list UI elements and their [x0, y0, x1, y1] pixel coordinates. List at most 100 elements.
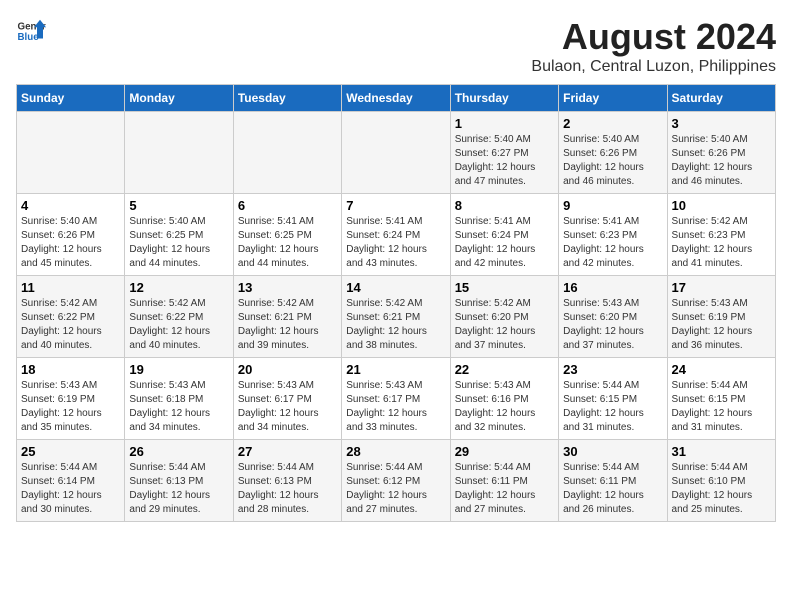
day-number: 29 [455, 444, 554, 459]
calendar-week-row: 4 Sunrise: 5:40 AM Sunset: 6:26 PM Daylig… [17, 194, 776, 276]
calendar-week-row: 11 Sunrise: 5:42 AM Sunset: 6:22 PM Dayli… [17, 276, 776, 358]
day-info: Sunrise: 5:43 AM Sunset: 6:18 PM Dayligh… [129, 379, 228, 435]
calendar-cell: 11Sunrise: 5:42 AM Sunset: 6:22 PM Dayli… [17, 276, 125, 358]
calendar-cell: 28 Sunrise: 5:44 AM Sunset: 6:12 PM Dayli… [342, 440, 450, 522]
title-area: August 2024 Bulaon, Central Luzon, Phili… [531, 16, 776, 76]
day-number: 24 [672, 362, 771, 377]
day-number: 3 [672, 116, 771, 131]
day-info: Sunrise: 5:44 AM Sunset: 6:11 PM Dayligh… [455, 461, 554, 517]
day-info: Sunrise: 5:40 AM Sunset: 6:26 PM Dayligh… [672, 133, 771, 189]
day-number: 13 [238, 280, 337, 295]
calendar-cell: 7 Sunrise: 5:41 AM Sunset: 6:24 PM Daylig… [342, 194, 450, 276]
day-number: 25 [21, 444, 120, 459]
day-info: Sunrise: 5:41 AM Sunset: 6:25 PM Dayligh… [238, 215, 337, 271]
calendar-cell: 13 Sunrise: 5:42 AM Sunset: 6:21 PM Dayli… [233, 276, 341, 358]
day-info: Sunrise: 5:40 AM Sunset: 6:26 PM Dayligh… [21, 215, 120, 271]
calendar-cell: 5Sunrise: 5:40 AM Sunset: 6:25 PM Daylig… [125, 194, 233, 276]
weekday-header-tuesday: Tuesday [233, 85, 341, 112]
calendar-cell: 9Sunrise: 5:41 AM Sunset: 6:23 PM Daylig… [559, 194, 667, 276]
weekday-header-saturday: Saturday [667, 85, 775, 112]
day-info: Sunrise: 5:42 AM Sunset: 6:21 PM Dayligh… [238, 297, 337, 353]
day-info: Sunrise: 5:43 AM Sunset: 6:17 PM Dayligh… [346, 379, 445, 435]
main-title: August 2024 [531, 16, 776, 58]
day-info: Sunrise: 5:41 AM Sunset: 6:24 PM Dayligh… [455, 215, 554, 271]
day-number: 2 [563, 116, 662, 131]
calendar-cell: 10 Sunrise: 5:42 AM Sunset: 6:23 PM Dayli… [667, 194, 775, 276]
calendar-week-row: 25 Sunrise: 5:44 AM Sunset: 6:14 PM Dayli… [17, 440, 776, 522]
day-number: 10 [672, 198, 771, 213]
day-number: 11 [21, 280, 120, 295]
day-info: Sunrise: 5:40 AM Sunset: 6:27 PM Dayligh… [455, 133, 554, 189]
day-info: Sunrise: 5:44 AM Sunset: 6:12 PM Dayligh… [346, 461, 445, 517]
calendar-table: SundayMondayTuesdayWednesdayThursdayFrid… [16, 84, 776, 522]
calendar-cell: 15Sunrise: 5:42 AM Sunset: 6:20 PM Dayli… [450, 276, 558, 358]
calendar-cell: 26Sunrise: 5:44 AM Sunset: 6:13 PM Dayli… [125, 440, 233, 522]
day-info: Sunrise: 5:44 AM Sunset: 6:15 PM Dayligh… [563, 379, 662, 435]
day-info: Sunrise: 5:43 AM Sunset: 6:17 PM Dayligh… [238, 379, 337, 435]
calendar-cell: 3 Sunrise: 5:40 AM Sunset: 6:26 PM Daylig… [667, 112, 775, 194]
subtitle: Bulaon, Central Luzon, Philippines [531, 58, 776, 76]
day-info: Sunrise: 5:41 AM Sunset: 6:24 PM Dayligh… [346, 215, 445, 271]
day-number: 15 [455, 280, 554, 295]
calendar-cell [17, 112, 125, 194]
day-number: 30 [563, 444, 662, 459]
day-number: 22 [455, 362, 554, 377]
day-number: 4 [21, 198, 120, 213]
calendar-cell [125, 112, 233, 194]
calendar-cell [233, 112, 341, 194]
day-number: 8 [455, 198, 554, 213]
day-number: 19 [129, 362, 228, 377]
day-number: 12 [129, 280, 228, 295]
logo: General Blue [16, 16, 46, 46]
calendar-cell: 22 Sunrise: 5:43 AM Sunset: 6:16 PM Dayli… [450, 358, 558, 440]
weekday-header-sunday: Sunday [17, 85, 125, 112]
calendar-cell: 16Sunrise: 5:43 AM Sunset: 6:20 PM Dayli… [559, 276, 667, 358]
day-number: 6 [238, 198, 337, 213]
weekday-header-monday: Monday [125, 85, 233, 112]
day-info: Sunrise: 5:43 AM Sunset: 6:20 PM Dayligh… [563, 297, 662, 353]
day-info: Sunrise: 5:44 AM Sunset: 6:13 PM Dayligh… [238, 461, 337, 517]
weekday-header-row: SundayMondayTuesdayWednesdayThursdayFrid… [17, 85, 776, 112]
calendar-cell: 12 Sunrise: 5:42 AM Sunset: 6:22 PM Dayli… [125, 276, 233, 358]
calendar-cell: 31Sunrise: 5:44 AM Sunset: 6:10 PM Dayli… [667, 440, 775, 522]
day-number: 9 [563, 198, 662, 213]
calendar-week-row: 18 Sunrise: 5:43 AM Sunset: 6:19 PM Dayli… [17, 358, 776, 440]
day-number: 18 [21, 362, 120, 377]
day-info: Sunrise: 5:40 AM Sunset: 6:25 PM Dayligh… [129, 215, 228, 271]
day-info: Sunrise: 5:44 AM Sunset: 6:13 PM Dayligh… [129, 461, 228, 517]
weekday-header-friday: Friday [559, 85, 667, 112]
calendar-week-row: 1Sunrise: 5:40 AM Sunset: 6:27 PM Daylig… [17, 112, 776, 194]
day-info: Sunrise: 5:42 AM Sunset: 6:21 PM Dayligh… [346, 297, 445, 353]
day-info: Sunrise: 5:43 AM Sunset: 6:19 PM Dayligh… [672, 297, 771, 353]
day-number: 31 [672, 444, 771, 459]
calendar-cell: 30 Sunrise: 5:44 AM Sunset: 6:11 PM Dayli… [559, 440, 667, 522]
calendar-cell: 14Sunrise: 5:42 AM Sunset: 6:21 PM Dayli… [342, 276, 450, 358]
day-info: Sunrise: 5:44 AM Sunset: 6:14 PM Dayligh… [21, 461, 120, 517]
calendar-cell: 1Sunrise: 5:40 AM Sunset: 6:27 PM Daylig… [450, 112, 558, 194]
day-info: Sunrise: 5:42 AM Sunset: 6:22 PM Dayligh… [129, 297, 228, 353]
day-info: Sunrise: 5:44 AM Sunset: 6:11 PM Dayligh… [563, 461, 662, 517]
day-number: 7 [346, 198, 445, 213]
day-number: 17 [672, 280, 771, 295]
calendar-cell: 25 Sunrise: 5:44 AM Sunset: 6:14 PM Dayli… [17, 440, 125, 522]
weekday-header-thursday: Thursday [450, 85, 558, 112]
logo-icon: General Blue [16, 16, 46, 46]
calendar-cell: 17 Sunrise: 5:43 AM Sunset: 6:19 PM Dayli… [667, 276, 775, 358]
calendar-cell: 4 Sunrise: 5:40 AM Sunset: 6:26 PM Daylig… [17, 194, 125, 276]
day-info: Sunrise: 5:43 AM Sunset: 6:19 PM Dayligh… [21, 379, 120, 435]
day-number: 28 [346, 444, 445, 459]
calendar-cell: 2 Sunrise: 5:40 AM Sunset: 6:26 PM Daylig… [559, 112, 667, 194]
calendar-cell: 6 Sunrise: 5:41 AM Sunset: 6:25 PM Daylig… [233, 194, 341, 276]
day-info: Sunrise: 5:44 AM Sunset: 6:15 PM Dayligh… [672, 379, 771, 435]
header: General Blue August 2024 Bulaon, Central… [16, 16, 776, 76]
calendar-cell: 8 Sunrise: 5:41 AM Sunset: 6:24 PM Daylig… [450, 194, 558, 276]
day-info: Sunrise: 5:43 AM Sunset: 6:16 PM Dayligh… [455, 379, 554, 435]
calendar-cell: 21Sunrise: 5:43 AM Sunset: 6:17 PM Dayli… [342, 358, 450, 440]
calendar-cell: 19 Sunrise: 5:43 AM Sunset: 6:18 PM Dayli… [125, 358, 233, 440]
calendar-cell: 18 Sunrise: 5:43 AM Sunset: 6:19 PM Dayli… [17, 358, 125, 440]
day-info: Sunrise: 5:42 AM Sunset: 6:23 PM Dayligh… [672, 215, 771, 271]
weekday-header-wednesday: Wednesday [342, 85, 450, 112]
calendar-cell: 20 Sunrise: 5:43 AM Sunset: 6:17 PM Dayli… [233, 358, 341, 440]
day-number: 20 [238, 362, 337, 377]
day-info: Sunrise: 5:40 AM Sunset: 6:26 PM Dayligh… [563, 133, 662, 189]
